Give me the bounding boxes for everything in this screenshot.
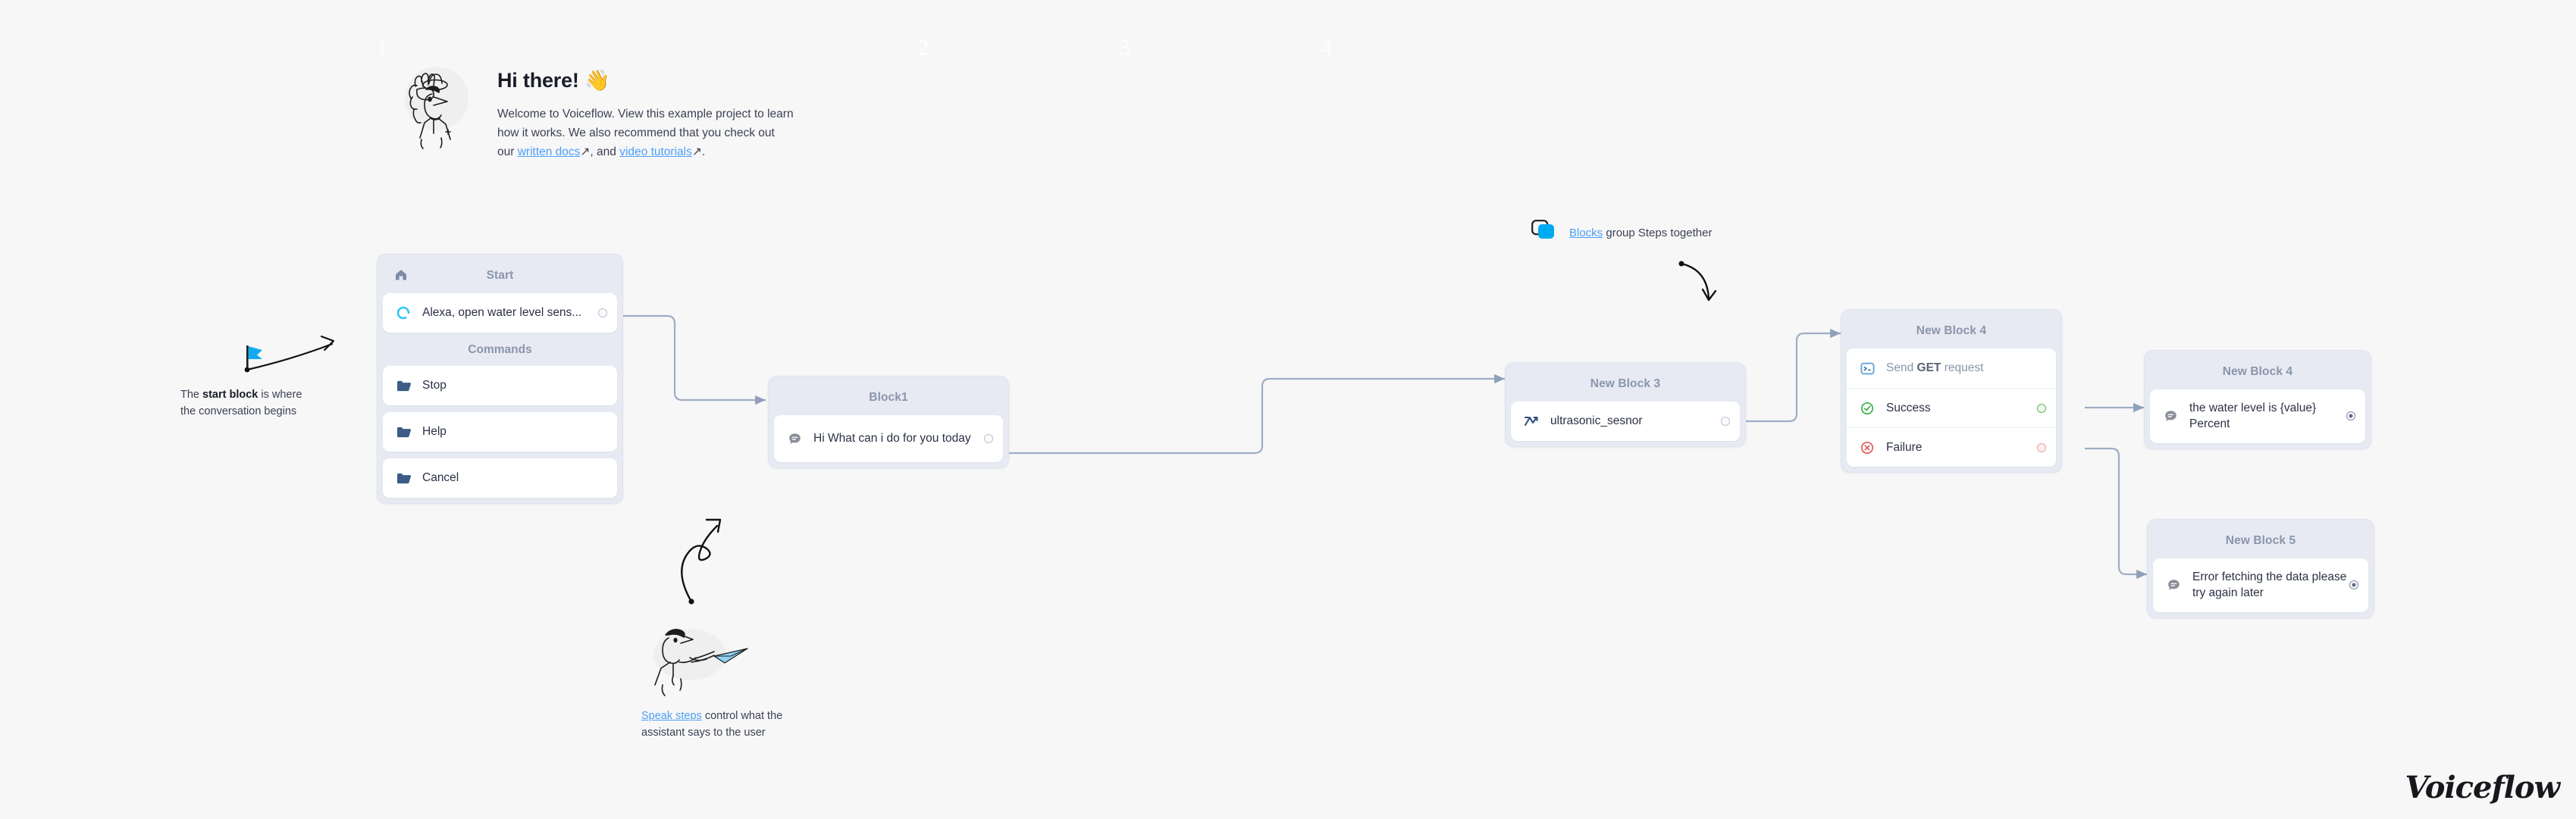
block-block1[interactable]: Block1 Hi What can i do for you today — [768, 376, 1009, 468]
step-flow-ultrasonic[interactable]: ultrasonic_sesnor — [1511, 402, 1740, 441]
block-new-block-4-speak[interactable]: New Block 4 the water level is {value} P… — [2144, 350, 2371, 449]
block-new-block-3[interactable]: New Block 3 ultrasonic_sesnor — [1505, 362, 1746, 447]
step-api-failure[interactable]: Failure — [1847, 427, 2056, 467]
blocks-note-arrow — [1678, 261, 1717, 302]
step-api-success-label: Success — [1886, 401, 1931, 414]
speak-note-rest: control what the — [701, 710, 783, 722]
bg-marker-2: 2 — [918, 36, 929, 60]
success-icon — [1859, 400, 1876, 417]
bg-marker-3: 3 — [1120, 36, 1130, 60]
welcome-line-1: Welcome to Voiceflow. View this example … — [497, 108, 794, 120]
step-command-stop[interactable]: Stop — [383, 366, 617, 405]
step-api-request[interactable]: Send GET request — [1847, 349, 2056, 388]
folder-icon — [395, 377, 412, 394]
welcome-panel: Hi there! 👋 Welcome to Voiceflow. View t… — [394, 59, 895, 161]
step-api-failure-label: Failure — [1886, 440, 1923, 454]
bg-marker-4: 4 — [1321, 36, 1332, 60]
block-new-block-4-speak-title: New Block 4 — [2222, 365, 2293, 378]
welcome-illustration — [394, 59, 478, 150]
step-command-cancel-label: Cancel — [422, 471, 459, 485]
failure-icon — [1859, 439, 1876, 456]
start-note-b: is where — [258, 389, 302, 401]
block-new-block-3-title: New Block 3 — [1590, 377, 1661, 390]
step-command-help-label: Help — [422, 425, 447, 439]
speak-steps-note: Speak steps control what the assistant s… — [641, 708, 831, 742]
video-tutorials-link[interactable]: video tutorials — [619, 145, 692, 158]
step-speak-greeting[interactable]: Hi What can i do for you today — [774, 415, 1003, 462]
external-link-icon-docs: ↗ — [580, 145, 591, 159]
api-label-suffix: request — [1941, 361, 1984, 375]
step-command-stop-label: Stop — [422, 379, 447, 392]
step-command-cancel[interactable]: Cancel — [383, 458, 617, 498]
block-start-title: Start — [486, 269, 514, 282]
blocks-stack-icon — [1531, 220, 1557, 246]
step-command-help[interactable]: Help — [383, 412, 617, 452]
block-new-block-4-api[interactable]: New Block 4 Send GET request Success Fai… — [1841, 309, 2062, 473]
folder-icon — [395, 424, 412, 440]
block-block1-title: Block1 — [869, 391, 908, 404]
port-api-failure[interactable] — [2037, 442, 2046, 452]
step-speak-error-label: Error fetching the data please try again… — [2192, 570, 2347, 600]
folder-icon — [395, 470, 412, 486]
api-step-stack: Send GET request Success Failure — [1847, 349, 2056, 467]
start-block-note: The start block is where the conversatio… — [180, 386, 332, 420]
api-icon — [1859, 360, 1876, 377]
port-new-block-3[interactable] — [1721, 417, 1730, 426]
speak-note-line2: assistant says to the user — [641, 727, 766, 739]
flow-icon — [1523, 413, 1540, 430]
api-label-method: GET — [1916, 361, 1941, 375]
api-label-prefix: Send — [1886, 361, 1917, 375]
bg-marker-1: 1 — [377, 36, 387, 60]
voiceflow-logo: Voiceflow — [2405, 770, 2560, 805]
step-speak-water-level-label: the water level is {value} Percent — [2189, 402, 2317, 431]
blocks-note-text: Blocks group Steps together — [1569, 227, 1712, 239]
blocks-note: Blocks group Steps together — [1531, 220, 1712, 246]
start-note-a: The — [180, 389, 203, 401]
block-start[interactable]: Start Alexa, open water level sens... Co… — [377, 254, 623, 504]
written-docs-link[interactable]: written docs — [518, 145, 581, 158]
step-api-success[interactable]: Success — [1847, 388, 2056, 427]
step-api-request-label: Send GET request — [1886, 360, 2044, 376]
block-new-block-5-title: New Block 5 — [2225, 534, 2296, 547]
port-api-success[interactable] — [2037, 403, 2046, 413]
alexa-icon — [395, 305, 412, 321]
speak-steps-link[interactable]: Speak steps — [641, 710, 702, 722]
blocks-note-rest: group Steps together — [1603, 227, 1713, 239]
start-note-bold: start block — [202, 389, 259, 401]
welcome-body: Welcome to Voiceflow. View this example … — [497, 105, 794, 161]
step-speak-greeting-label: Hi What can i do for you today — [813, 432, 971, 445]
step-speak-water-level[interactable]: the water level is {value} Percent — [2150, 389, 2365, 443]
speak-icon — [2162, 408, 2179, 424]
speak-note-illustration — [653, 629, 748, 696]
flow-canvas[interactable]: 1 2 3 4 Hi there! 👋 Welcome to Voiceflow… — [0, 0, 2576, 819]
welcome-line-2: how it works. We also recommend that you… — [497, 127, 775, 140]
blocks-link[interactable]: Blocks — [1569, 227, 1603, 239]
home-icon — [393, 267, 409, 286]
speak-note-arrow — [681, 518, 722, 605]
speak-icon — [2165, 577, 2182, 593]
speak-icon — [786, 430, 803, 447]
commands-header: Commands — [468, 343, 532, 356]
port-start-intent[interactable] — [598, 308, 607, 317]
welcome-end: . — [701, 145, 706, 159]
step-alexa-intent[interactable]: Alexa, open water level sens... — [383, 293, 617, 333]
welcome-mid: , and — [590, 145, 620, 159]
welcome-line-3-prefix: our — [497, 145, 518, 159]
flag-icon — [246, 345, 262, 367]
port-block1-speak[interactable] — [984, 434, 993, 443]
external-link-icon-video: ↗ — [691, 145, 702, 159]
start-note-line2: the conversation begins — [180, 405, 297, 418]
port-new-block-4-speak[interactable] — [2346, 411, 2355, 421]
block-new-block-4-api-title: New Block 4 — [1916, 324, 1987, 337]
step-flow-ultrasonic-label: ultrasonic_sesnor — [1550, 414, 1643, 428]
page-title: Hi there! 👋 — [497, 69, 610, 92]
block-new-block-5[interactable]: New Block 5 Error fetching the data plea… — [2147, 519, 2374, 618]
block-start-header: Start — [383, 260, 617, 293]
step-alexa-intent-label: Alexa, open water level sens... — [422, 306, 582, 320]
port-new-block-5[interactable] — [2349, 580, 2358, 590]
step-speak-error[interactable]: Error fetching the data please try again… — [2153, 558, 2368, 612]
